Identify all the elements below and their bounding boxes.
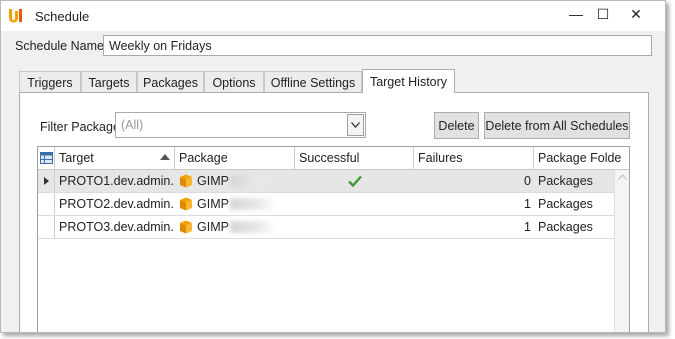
column-chooser-icon[interactable] [38, 147, 55, 169]
tab-offline-settings[interactable]: Offline Settings [264, 71, 362, 93]
cell-package-folder: Packages [538, 174, 593, 188]
column-header-package[interactable]: Package [175, 147, 295, 169]
row-selector[interactable] [38, 216, 55, 238]
filter-package-label: Filter Package [40, 120, 120, 134]
package-icon [180, 220, 192, 234]
column-header-package-folder[interactable]: Package Folde [534, 147, 629, 169]
tab-triggers[interactable]: Triggers [19, 71, 81, 93]
grid-header: Target Package Successful Failures Packa… [38, 147, 629, 170]
cell-failures: 0 [524, 174, 531, 188]
package-icon [180, 197, 192, 211]
cell-package-name: GIMP [197, 220, 229, 234]
table-row[interactable]: PROTO1.dev.admin... GIMP 0 Packages [38, 170, 614, 193]
tab-target-history[interactable]: Target History [362, 69, 455, 93]
close-button[interactable]: ✕ [621, 1, 651, 27]
delete-from-all-schedules-button[interactable]: Delete from All Schedules [484, 112, 630, 139]
title-bar: Schedule — ☐ ✕ [1, 1, 665, 31]
cell-package-folder: Packages [538, 197, 593, 211]
tab-packages[interactable]: Packages [137, 71, 204, 93]
cell-failures: 1 [524, 220, 531, 234]
cell-failures: 1 [524, 197, 531, 211]
cell-target: PROTO1.dev.admin... [59, 174, 173, 188]
column-header-failures[interactable]: Failures [414, 147, 534, 169]
tab-targets[interactable]: Targets [81, 71, 137, 93]
target-history-grid: Target Package Successful Failures Packa… [37, 146, 630, 332]
schedule-window: Schedule — ☐ ✕ Schedule Name Triggers Ta… [0, 0, 666, 333]
cell-package: GIMP [179, 170, 293, 192]
cell-target: PROTO2.dev.admin... [59, 197, 173, 211]
table-row[interactable]: PROTO2.dev.admin... GIMP 1 Packages [38, 193, 614, 216]
current-row-icon [43, 177, 49, 185]
delete-button[interactable]: Delete [434, 112, 479, 139]
column-header-target-label: Target [59, 151, 94, 165]
cell-package-name: GIMP [197, 174, 229, 188]
cell-package: GIMP [179, 216, 293, 238]
window-title: Schedule [35, 9, 90, 24]
cell-successful [295, 170, 414, 192]
row-selector[interactable] [38, 193, 55, 215]
vertical-scrollbar[interactable] [614, 170, 629, 332]
cell-package: GIMP [179, 193, 293, 215]
redacted-version [229, 175, 276, 187]
cell-successful [295, 216, 414, 238]
cell-package-name: GIMP [197, 197, 229, 211]
cell-successful [295, 193, 414, 215]
minimize-button[interactable]: — [561, 1, 591, 27]
sort-ascending-icon [160, 154, 170, 160]
redacted-version [229, 221, 276, 233]
cell-package-folder: Packages [538, 220, 593, 234]
chevron-up-icon[interactable] [618, 174, 627, 180]
cell-target: PROTO3.dev.admin... [59, 220, 173, 234]
column-header-successful[interactable]: Successful [295, 147, 414, 169]
column-header-target[interactable]: Target [55, 147, 175, 169]
schedule-name-input[interactable] [103, 35, 652, 56]
filter-package-value: (All) [121, 118, 144, 132]
tab-options[interactable]: Options [204, 71, 264, 93]
chevron-down-icon[interactable] [347, 114, 364, 136]
checkmark-icon [347, 175, 362, 187]
package-icon [180, 174, 192, 188]
redacted-version [229, 198, 276, 210]
app-logo-icon [7, 7, 25, 25]
table-row[interactable]: PROTO3.dev.admin... GIMP 1 Packages [38, 216, 614, 239]
maximize-button[interactable]: ☐ [588, 1, 618, 27]
row-selector[interactable] [38, 170, 55, 192]
filter-package-select[interactable]: (All) [115, 112, 366, 138]
schedule-name-label: Schedule Name [15, 39, 104, 53]
